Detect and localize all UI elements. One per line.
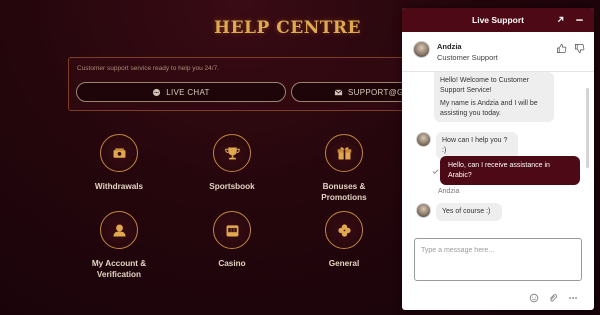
sender-name: Andzia [438, 188, 460, 195]
user-message: Hello, can I receive assistance in Arabi… [440, 156, 580, 185]
category-label: Sportsbook [209, 182, 255, 191]
more-options-icon[interactable] [568, 293, 578, 303]
slot-machine-icon [226, 224, 238, 236]
user-icon [113, 224, 125, 236]
casino-circle [213, 211, 251, 249]
message-list: Hello! Welcome to Customer Support Servi… [402, 72, 594, 238]
agent-message: Hello! Welcome to Customer Support Servi… [434, 72, 554, 122]
paperclip-icon[interactable] [548, 293, 558, 303]
live-chat-button[interactable]: LIVE CHAT [76, 82, 286, 102]
agent-name: Andzia [437, 42, 462, 51]
scrollbar[interactable] [586, 88, 589, 168]
agent-message: How can I help you ? :) [436, 132, 518, 159]
message-text: Hello! Welcome to Customer Support Servi… [440, 77, 529, 94]
support-box: Customer support service ready to help y… [68, 57, 431, 111]
category-label: My Account & Verification [91, 259, 147, 279]
thumbs-down-icon[interactable] [574, 43, 585, 54]
gift-icon [337, 146, 351, 159]
clover-icon [337, 223, 351, 237]
read-check-icon [432, 169, 439, 174]
category-label: Bonuses & Promotions [321, 182, 367, 202]
minimize-icon[interactable] [574, 14, 585, 25]
category-sportsbook[interactable]: Sportsbook [187, 134, 277, 192]
agent-role: Customer Support [437, 53, 498, 62]
agent-info: Andzia Customer Support [402, 32, 594, 72]
expand-icon[interactable] [555, 14, 566, 25]
money-icon [113, 147, 125, 158]
message-text: How can I help you ? :) [442, 137, 508, 154]
category-my-account[interactable]: My Account & Verification [74, 211, 164, 280]
my-account-circle [100, 211, 138, 249]
avatar [416, 203, 431, 218]
avatar [416, 132, 431, 147]
avatar [413, 41, 430, 58]
live-chat-label: LIVE CHAT [166, 87, 210, 97]
category-casino[interactable]: Casino [187, 211, 277, 269]
chat-icon [153, 88, 161, 96]
message-text: Hello, can I receive assistance in Arabi… [448, 162, 550, 179]
sportsbook-circle [213, 134, 251, 172]
thumbs-up-icon[interactable] [556, 43, 567, 54]
message-input[interactable] [415, 242, 581, 259]
widget-title: Live Support [472, 15, 524, 25]
trophy-icon [224, 147, 240, 159]
category-withdrawals[interactable]: Withdrawals [74, 134, 164, 192]
message-text: My name is Andzia and I will be assistin… [440, 100, 538, 117]
category-bonuses[interactable]: Bonuses & Promotions [299, 134, 389, 203]
live-support-widget: Live Support Andzia Customer Support Hel… [402, 8, 594, 310]
bonuses-circle [325, 134, 363, 172]
agent-message: Yes of course :) [436, 203, 502, 221]
category-label: General [328, 259, 360, 268]
category-label: Casino [218, 259, 246, 268]
emoji-icon[interactable] [529, 293, 539, 303]
category-label: Withdrawals [94, 182, 144, 191]
support-text: Customer support service ready to help y… [77, 65, 219, 72]
message-composer [414, 238, 582, 281]
general-circle [325, 211, 363, 249]
withdrawals-circle [100, 134, 138, 172]
category-general[interactable]: General [299, 211, 389, 269]
message-text: Yes of course :) [442, 208, 491, 215]
mail-icon [334, 89, 343, 95]
widget-header: Live Support [402, 8, 594, 32]
